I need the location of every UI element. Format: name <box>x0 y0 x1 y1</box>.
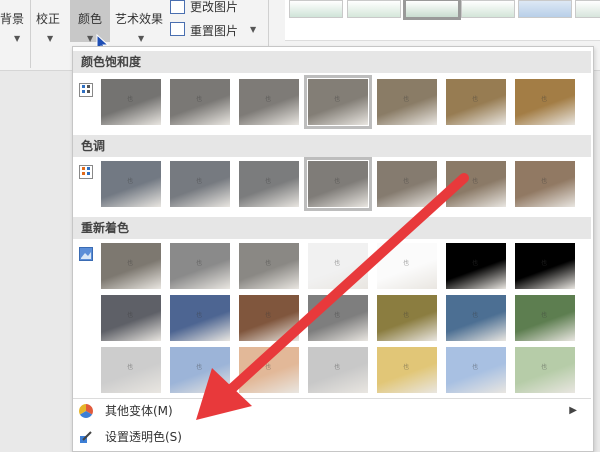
recolor-option[interactable] <box>515 243 575 289</box>
recolor-option[interactable] <box>308 243 368 289</box>
recolor-option[interactable] <box>377 243 437 289</box>
set-transparent-color-icon <box>80 431 92 443</box>
saturation-option[interactable] <box>446 79 506 125</box>
recolor-header: 重新着色 <box>73 217 591 239</box>
recolor-option[interactable] <box>170 347 230 393</box>
recolor-option[interactable] <box>170 295 230 341</box>
change-picture-button[interactable]: 更改图片 <box>190 0 238 15</box>
tone-option[interactable] <box>446 161 506 207</box>
chevron-down-icon: ▼ <box>250 25 257 34</box>
saturation-icon <box>79 83 93 97</box>
divider <box>30 0 31 68</box>
saturation-option[interactable] <box>170 79 230 125</box>
chevron-down-icon: ▼ <box>14 34 21 43</box>
reset-picture-button[interactable]: 重置图片 <box>190 22 238 39</box>
recolor-option[interactable] <box>308 347 368 393</box>
set-transparent-color-label: 设置透明色(S) <box>105 430 182 444</box>
tone-option[interactable] <box>515 161 575 207</box>
set-transparent-color-menu-item[interactable]: 设置透明色(S) <box>73 425 591 449</box>
more-variants-label: 其他变体(M) <box>105 404 173 418</box>
color-button[interactable]: 颜色 <box>78 10 102 27</box>
picture-style-thumb[interactable] <box>289 0 343 18</box>
saturation-option[interactable] <box>377 79 437 125</box>
recolor-option[interactable] <box>446 295 506 341</box>
recolor-option[interactable] <box>446 347 506 393</box>
picture-style-thumb[interactable] <box>461 0 515 18</box>
saturation-option[interactable] <box>304 75 372 129</box>
recolor-option[interactable] <box>239 243 299 289</box>
recolor-option[interactable] <box>377 347 437 393</box>
recolor-option[interactable] <box>170 243 230 289</box>
saturation-option[interactable] <box>239 79 299 125</box>
tone-option[interactable] <box>239 161 299 207</box>
art-effects-button[interactable]: 艺术效果 <box>115 10 163 27</box>
recolor-option[interactable] <box>377 295 437 341</box>
recolor-option[interactable] <box>239 347 299 393</box>
color-wheel-icon <box>79 404 93 418</box>
recolor-option[interactable] <box>101 243 161 289</box>
color-dropdown-panel: 颜色饱和度 色调 重新着色 其他变体(M) ▶ 设置透明色(S) <box>72 46 594 452</box>
picture-styles-gallery <box>285 0 600 41</box>
correct-button[interactable]: 校正 <box>36 10 60 27</box>
reset-picture-icon <box>170 22 185 36</box>
tone-option[interactable] <box>101 161 161 207</box>
tone-header: 色调 <box>73 135 591 157</box>
remove-background-button-partial[interactable]: 背景 <box>0 10 24 27</box>
recolor-option[interactable] <box>308 295 368 341</box>
saturation-header: 颜色饱和度 <box>73 51 591 73</box>
chevron-down-icon: ▼ <box>138 34 145 43</box>
recolor-icon <box>79 247 93 261</box>
picture-style-thumb[interactable] <box>403 0 461 20</box>
saturation-option[interactable] <box>515 79 575 125</box>
change-picture-icon <box>170 0 185 14</box>
recolor-option[interactable] <box>446 243 506 289</box>
tone-option[interactable] <box>304 157 372 211</box>
recolor-option[interactable] <box>239 295 299 341</box>
tone-option[interactable] <box>170 161 230 207</box>
chevron-down-icon: ▼ <box>47 34 54 43</box>
recolor-option[interactable] <box>101 347 161 393</box>
picture-style-thumb[interactable] <box>347 0 401 18</box>
chevron-right-icon: ▶ <box>569 405 577 416</box>
recolor-option[interactable] <box>515 295 575 341</box>
recolor-option[interactable] <box>515 347 575 393</box>
more-variants-menu-item[interactable]: 其他变体(M) ▶ <box>73 399 591 423</box>
tone-icon <box>79 165 93 179</box>
picture-style-thumb[interactable] <box>518 0 572 18</box>
recolor-option[interactable] <box>101 295 161 341</box>
picture-style-thumb[interactable] <box>575 0 600 18</box>
tone-option[interactable] <box>377 161 437 207</box>
saturation-option[interactable] <box>101 79 161 125</box>
chevron-down-icon: ▼ <box>87 34 94 43</box>
